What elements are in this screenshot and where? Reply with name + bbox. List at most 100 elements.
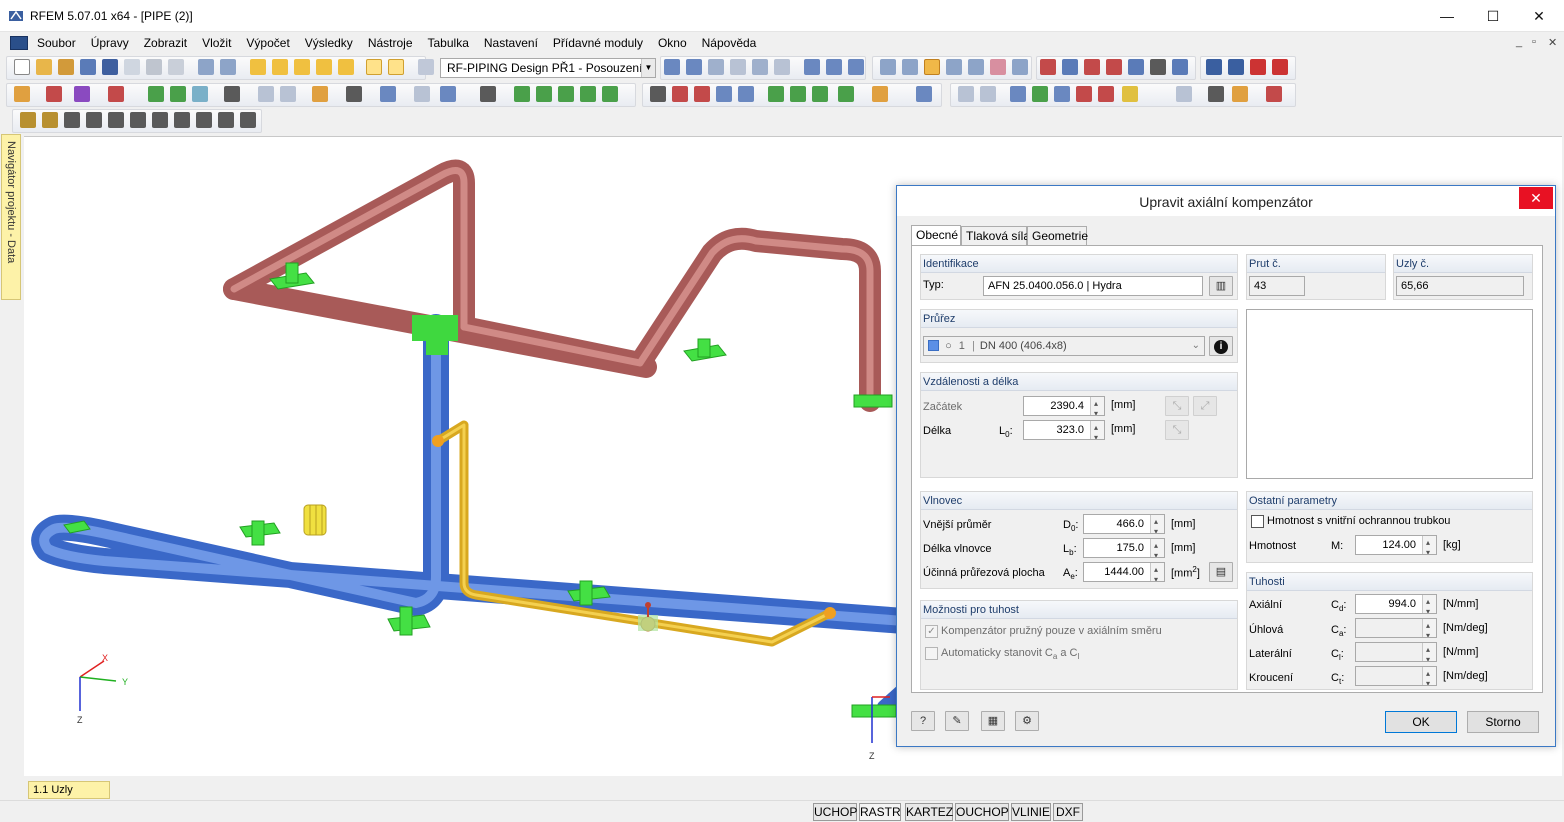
bellows-length-input[interactable]: 175.0 <box>1083 538 1165 558</box>
module-icon[interactable] <box>418 59 434 75</box>
render3-icon[interactable] <box>848 59 864 75</box>
area-input[interactable]: 1444.00 <box>1083 562 1165 582</box>
close-button[interactable]: ✕ <box>1516 0 1562 32</box>
tool3-icon[interactable] <box>1084 59 1100 75</box>
navigator-tab[interactable]: Navigátor projektu - Data <box>1 134 21 300</box>
area-spinner[interactable] <box>1150 563 1164 581</box>
misc3-icon[interactable] <box>1010 86 1026 102</box>
type-field[interactable]: AFN 25.0400.056.0 | Hydra <box>983 276 1203 296</box>
mass-with-tube-checkbox[interactable] <box>1251 515 1264 528</box>
misc2-icon[interactable] <box>980 86 996 102</box>
display-icon[interactable] <box>946 59 962 75</box>
hinge-icon[interactable] <box>414 86 430 102</box>
cancel-button[interactable]: Storno <box>1467 711 1539 733</box>
misc4-icon[interactable] <box>1032 86 1048 102</box>
visibility-icon[interactable] <box>752 59 768 75</box>
tree3-icon[interactable] <box>558 86 574 102</box>
help-button[interactable]: ? <box>911 711 935 731</box>
print-icon[interactable] <box>146 59 162 75</box>
render2-icon[interactable] <box>826 59 842 75</box>
support3-icon[interactable] <box>196 112 212 128</box>
block-icon[interactable] <box>440 86 456 102</box>
mdi-close-button[interactable]: ✕ <box>1548 36 1557 49</box>
result3-icon[interactable] <box>694 86 710 102</box>
valve3-icon[interactable] <box>108 112 124 128</box>
misc8-icon[interactable] <box>1122 86 1138 102</box>
reducer-icon[interactable] <box>130 112 146 128</box>
tool2-icon[interactable] <box>1062 59 1078 75</box>
panel-icon[interactable] <box>388 59 404 75</box>
misc9-icon[interactable] <box>1176 86 1192 102</box>
open-icon[interactable] <box>36 59 52 75</box>
zoom-icon[interactable] <box>294 59 310 75</box>
display2-icon[interactable] <box>968 59 984 75</box>
print-graphic-icon[interactable] <box>168 59 184 75</box>
grid2-icon[interactable] <box>902 59 918 75</box>
menu-vlozit[interactable]: Vložit <box>202 36 238 50</box>
save-all-icon[interactable] <box>80 59 96 75</box>
edit-icon[interactable] <box>250 59 266 75</box>
valve-icon[interactable] <box>64 112 80 128</box>
table-icon[interactable] <box>366 59 382 75</box>
auto-stiffness-checkbox[interactable] <box>925 647 938 660</box>
node-icon[interactable] <box>14 86 30 102</box>
lateral-stiffness-input[interactable] <box>1355 642 1437 662</box>
settings-button[interactable]: ⚙ <box>1015 711 1039 731</box>
length-input[interactable]: 323.0 <box>1023 420 1105 440</box>
tab-geometrie[interactable]: Geometrie <box>1027 226 1088 246</box>
export2-icon[interactable] <box>1228 59 1244 75</box>
pick-nodes-button[interactable]: ⤢ <box>1193 396 1217 416</box>
lateral-stiffness-spinner[interactable] <box>1422 643 1436 661</box>
angular-stiffness-input[interactable] <box>1355 618 1437 638</box>
status-uchop[interactable]: UCHOP <box>813 803 857 821</box>
tool5-icon[interactable] <box>1128 59 1144 75</box>
surface-icon[interactable] <box>192 86 208 102</box>
values-icon[interactable] <box>730 59 746 75</box>
pdf-icon[interactable] <box>1250 59 1266 75</box>
mdi-minimize-button[interactable]: _ <box>1516 36 1522 48</box>
bellows-length-spinner[interactable] <box>1150 539 1164 557</box>
axial-stiffness-spinner[interactable] <box>1422 595 1436 613</box>
next-icon[interactable] <box>686 59 702 75</box>
result7-icon[interactable] <box>790 86 806 102</box>
undo-icon[interactable] <box>198 59 214 75</box>
mdi-restore-button[interactable]: ▫ <box>1532 36 1536 48</box>
menu-soubor[interactable]: Soubor <box>37 36 83 50</box>
flange-icon[interactable] <box>152 112 168 128</box>
load-icon[interactable] <box>224 86 240 102</box>
bellows-library-button[interactable]: ▤ <box>1209 562 1233 582</box>
outer-diameter-input[interactable]: 466.0 <box>1083 514 1165 534</box>
display-active-icon[interactable] <box>924 59 940 75</box>
display4-icon[interactable] <box>1012 59 1028 75</box>
torsion-stiffness-input[interactable] <box>1355 666 1437 686</box>
menu-nastroje[interactable]: Nástroje <box>368 36 420 50</box>
result10-icon[interactable] <box>872 86 888 102</box>
start-spinner[interactable] <box>1090 397 1104 415</box>
support4-icon[interactable] <box>218 112 234 128</box>
menu-upravy[interactable]: Úpravy <box>91 36 136 50</box>
display3-icon[interactable] <box>990 59 1006 75</box>
menu-zobrazit[interactable]: Zobrazit <box>144 36 194 50</box>
menu-tabulka[interactable]: Tabulka <box>428 36 476 50</box>
misc7-icon[interactable] <box>1098 86 1114 102</box>
export-icon[interactable] <box>1206 59 1222 75</box>
minimize-button[interactable]: — <box>1424 0 1470 32</box>
previous-icon[interactable] <box>664 59 680 75</box>
axial-stiffness-input[interactable]: 994.0 <box>1355 594 1437 614</box>
pick-start-button[interactable]: ⤡ <box>1165 396 1189 416</box>
result6-icon[interactable] <box>768 86 784 102</box>
ok-button[interactable]: OK <box>1385 711 1457 733</box>
pipe-icon[interactable] <box>20 112 36 128</box>
result1-icon[interactable] <box>650 86 666 102</box>
select-icon[interactable] <box>338 59 354 75</box>
save-icon[interactable] <box>102 59 118 75</box>
insert-icon[interactable] <box>312 86 328 102</box>
pick-length-button[interactable]: ⤡ <box>1165 420 1189 440</box>
length-spinner[interactable] <box>1090 421 1104 439</box>
status-ouchop[interactable]: OUCHOP <box>955 803 1009 821</box>
snap-icon[interactable] <box>316 59 332 75</box>
dialog-close-button[interactable]: ✕ <box>1519 187 1553 209</box>
menu-napoveda[interactable]: Nápověda <box>702 36 764 50</box>
document-icon[interactable] <box>10 36 28 50</box>
status-kartez[interactable]: KARTEZ <box>905 803 953 821</box>
